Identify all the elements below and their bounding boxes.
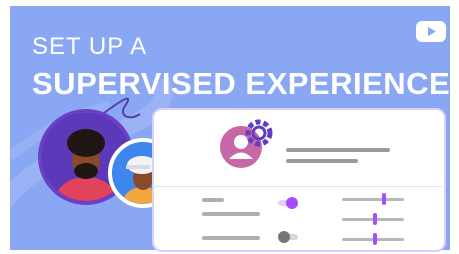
profile-name-line xyxy=(286,148,390,152)
slider-group[interactable] xyxy=(342,191,408,247)
youtube-play-icon[interactable] xyxy=(416,21,446,42)
setting-label-line xyxy=(202,212,260,216)
profile-detail-line xyxy=(286,159,358,163)
slider-thumb xyxy=(373,213,377,225)
panel-divider xyxy=(152,186,442,187)
slider-track xyxy=(342,198,404,201)
slider-thumb xyxy=(373,233,377,245)
toggle-switch-on[interactable] xyxy=(276,196,300,210)
title-line-2: SUPERVISED EXPERIENCE xyxy=(32,66,450,101)
gear-icon xyxy=(245,119,273,147)
thumbnail-frame: SET UP A SUPERVISED EXPERIENCE xyxy=(0,0,459,254)
title-line-1: SET UP A xyxy=(32,33,148,60)
toggle-switch-off[interactable] xyxy=(276,230,300,244)
slider-thumb xyxy=(382,193,386,205)
setting-label-line xyxy=(202,236,260,240)
setting-label-line xyxy=(202,198,224,202)
